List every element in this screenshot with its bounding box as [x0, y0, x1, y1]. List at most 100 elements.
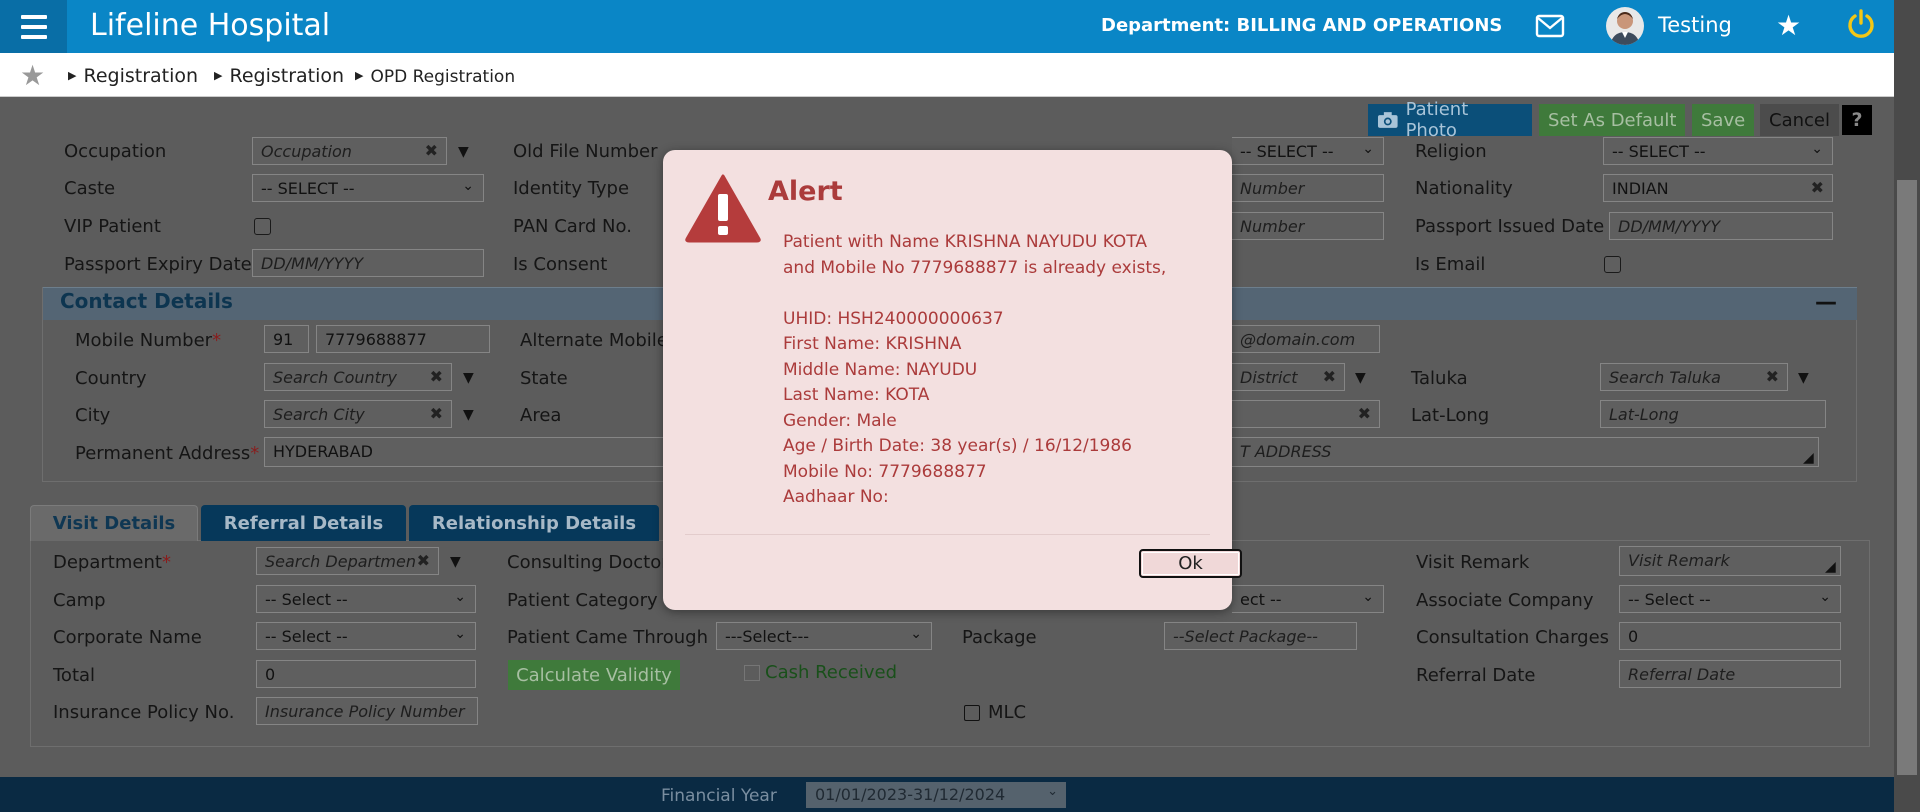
package-input[interactable]: --Select Package--	[1164, 622, 1357, 650]
bookmark-star-icon[interactable]: ★	[20, 59, 45, 92]
tab-relationship-details[interactable]: Relationship Details	[409, 505, 659, 541]
corporate-name-select[interactable]: -- Select -- ⌄	[256, 622, 476, 650]
religion-label: Religion	[1415, 141, 1487, 162]
clear-icon[interactable]: ✖	[425, 141, 438, 160]
mobile-number-input[interactable]: 7779688877	[316, 325, 490, 353]
visit-remark-input[interactable]: Visit Remark	[1619, 546, 1841, 576]
save-button[interactable]: Save	[1692, 104, 1755, 136]
permanent-address-input[interactable]: HYDERABAD	[264, 437, 664, 467]
email-input[interactable]: @domain.com	[1232, 325, 1380, 353]
passport-expiry-placeholder: DD/MM/YYYY	[261, 254, 364, 273]
lat-long-label: Lat-Long	[1411, 405, 1490, 426]
ok-button[interactable]: Ok	[1139, 549, 1242, 578]
breadcrumb-item[interactable]: ▶ Registration	[214, 65, 344, 87]
old-file-label: Old File Number	[513, 141, 658, 162]
clear-icon[interactable]: ✖	[1766, 367, 1779, 386]
set-default-button[interactable]: Set As Default	[1539, 104, 1686, 136]
chevron-down-icon[interactable]: ▼	[458, 144, 469, 160]
lat-long-input[interactable]: Lat-Long	[1600, 400, 1826, 428]
user-name[interactable]: Testing	[1658, 13, 1732, 37]
alert-dialog: Alert Patient with Name KRISHNA NAYUDU K…	[663, 150, 1242, 610]
caste-label: Caste	[64, 178, 116, 199]
calculate-validity-button[interactable]: Calculate Validity	[508, 660, 680, 690]
alert-title: Alert	[768, 176, 843, 207]
breadcrumb-item[interactable]: ▶ Registration	[68, 65, 198, 87]
vertical-scrollbar[interactable]	[1894, 0, 1920, 812]
nationality-input[interactable]: INDIAN ✖	[1603, 174, 1833, 202]
passport-issued-input[interactable]: DD/MM/YYYY	[1609, 212, 1833, 240]
corporate-name-label: Corporate Name	[53, 627, 202, 648]
state-label: State	[520, 368, 568, 389]
hamburger-menu-button[interactable]	[0, 0, 67, 53]
caste-value: -- SELECT --	[261, 179, 355, 198]
clear-icon[interactable]: ✖	[430, 404, 443, 423]
nationality-label: Nationality	[1415, 178, 1513, 199]
resize-handle-icon[interactable]: ◢	[1803, 450, 1814, 466]
mobile-number-value: 7779688877	[325, 330, 427, 349]
department-placeholder: Search Departmen	[265, 552, 416, 571]
financial-year-value: 01/01/2023-31/12/2024	[815, 785, 1006, 804]
category-value: ect --	[1240, 590, 1282, 609]
preferred-language-select[interactable]: -- SELECT -- ⌄	[1232, 137, 1384, 165]
contact-section-title: Contact Details	[60, 289, 233, 313]
patient-photo-button[interactable]: Patient Photo	[1368, 99, 1532, 141]
is-email-checkbox[interactable]	[1604, 256, 1621, 273]
city-input[interactable]: Search City ✖	[264, 400, 452, 428]
avatar[interactable]	[1606, 7, 1644, 45]
referral-date-input[interactable]: Referral Date	[1619, 660, 1841, 688]
religion-value: -- SELECT --	[1612, 142, 1706, 161]
clear-icon[interactable]: ✖	[417, 551, 430, 570]
department-input[interactable]: Search Departmen ✖	[256, 547, 439, 575]
total-input[interactable]: 0	[256, 660, 476, 688]
pincode-input[interactable]: ✖	[1232, 400, 1380, 428]
insurance-policy-label: Insurance Policy No.	[53, 702, 235, 723]
district-placeholder: District	[1240, 368, 1298, 387]
favorite-star-icon[interactable]: ★	[1776, 9, 1801, 42]
country-input[interactable]: Search Country ✖	[264, 363, 452, 391]
clear-icon[interactable]: ✖	[1811, 178, 1824, 197]
caste-select[interactable]: -- SELECT -- ⌄	[252, 174, 484, 202]
clear-icon[interactable]: ✖	[430, 367, 443, 386]
chevron-down-icon[interactable]: ▼	[1355, 370, 1366, 386]
chevron-down-icon[interactable]: ▼	[450, 554, 461, 570]
associate-company-select[interactable]: -- Select -- ⌄	[1619, 585, 1841, 613]
camera-icon	[1377, 112, 1398, 128]
country-code-input[interactable]: 91	[264, 325, 309, 353]
came-through-value: ---Select---	[725, 627, 809, 646]
camp-select[interactable]: -- Select -- ⌄	[256, 585, 476, 613]
chevron-down-icon[interactable]: ▼	[463, 407, 474, 423]
vip-patient-checkbox[interactable]	[254, 218, 271, 235]
insurance-policy-placeholder: Insurance Policy Number	[265, 702, 465, 721]
clear-icon[interactable]: ✖	[1323, 367, 1336, 386]
taluka-input[interactable]: Search Taluka ✖	[1600, 363, 1788, 391]
insurance-policy-input[interactable]: Insurance Policy Number	[256, 697, 478, 725]
came-through-select[interactable]: ---Select--- ⌄	[716, 622, 932, 650]
power-icon[interactable]	[1845, 8, 1877, 45]
cancel-button[interactable]: Cancel	[1760, 104, 1839, 136]
chevron-down-icon[interactable]: ▼	[1798, 370, 1809, 386]
mlc-checkbox[interactable]	[964, 705, 980, 721]
present-address-placeholder: T ADDRESS	[1240, 442, 1332, 461]
category-select[interactable]: ect -- ⌄	[1232, 585, 1384, 613]
occupation-input[interactable]: Occupation ✖	[252, 137, 447, 165]
help-button[interactable]: ?	[1842, 105, 1872, 135]
collapse-icon[interactable]: —	[1815, 290, 1837, 315]
tab-referral-details[interactable]: Referral Details	[201, 505, 406, 541]
financial-year-select[interactable]: 01/01/2023-31/12/2024 ⌄	[806, 782, 1066, 808]
passport-number-input[interactable]: Number	[1232, 212, 1384, 240]
religion-select[interactable]: -- SELECT -- ⌄	[1603, 137, 1833, 165]
email-placeholder: @domain.com	[1240, 330, 1356, 349]
patient-photo-label: Patient Photo	[1405, 99, 1469, 141]
district-input[interactable]: District ✖	[1232, 363, 1345, 391]
resize-handle-icon[interactable]: ◢	[1825, 559, 1836, 575]
clear-icon[interactable]: ✖	[1358, 404, 1371, 423]
cash-received-checkbox[interactable]	[744, 665, 760, 681]
present-address-input[interactable]: T ADDRESS	[1232, 437, 1819, 467]
passport-expiry-input[interactable]: DD/MM/YYYY	[252, 249, 484, 277]
tab-visit-details[interactable]: Visit Details	[30, 505, 198, 541]
mail-icon[interactable]	[1535, 13, 1565, 44]
scrollbar-thumb[interactable]	[1897, 180, 1917, 775]
chevron-down-icon[interactable]: ▼	[463, 370, 474, 386]
consultation-charges-input[interactable]: 0	[1619, 622, 1841, 650]
identity-number-input[interactable]: Number	[1232, 174, 1384, 202]
